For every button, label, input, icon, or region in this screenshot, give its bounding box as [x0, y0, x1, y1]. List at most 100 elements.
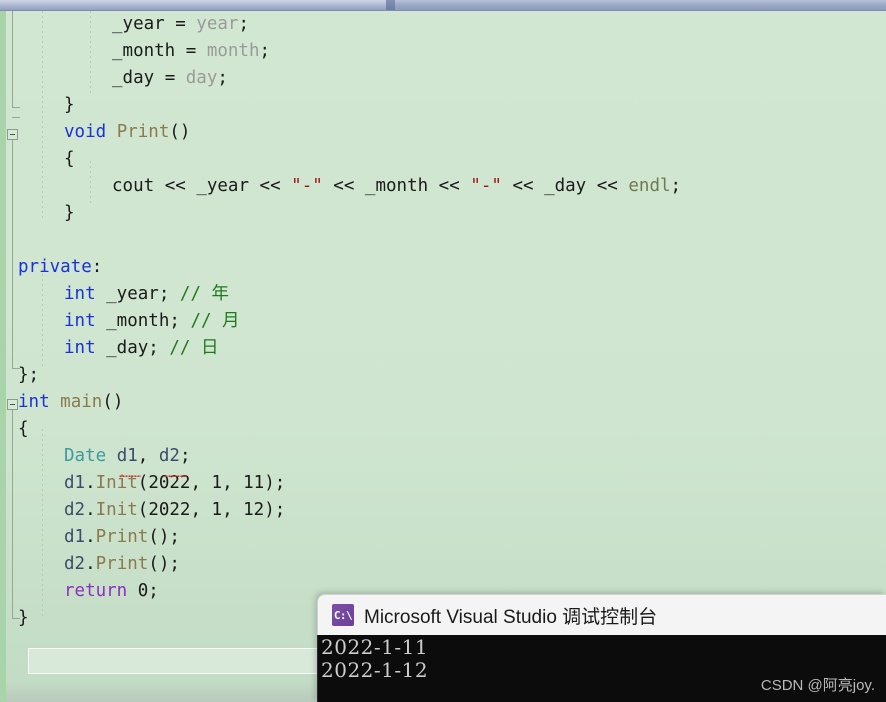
outline-guide-print	[12, 140, 13, 368]
horizontal-scrollbar[interactable]	[0, 0, 886, 11]
code-token-punc: <<	[322, 176, 365, 196]
code-token-punc: :	[91, 257, 103, 277]
code-token-cmt: // 年	[179, 284, 230, 304]
code-token-obj: d1	[116, 446, 138, 466]
code-token-ident: _year	[112, 14, 165, 34]
console-icon-label: C:\	[333, 608, 353, 622]
code-token-punc	[50, 392, 61, 412]
code-token-punc: <<	[154, 176, 197, 196]
code-token-obj: d2	[64, 554, 86, 574]
scrollbar-thumb[interactable]	[0, 0, 388, 10]
code-token-punc: .	[85, 500, 96, 520]
code-line[interactable]: int _year; // 年	[64, 281, 229, 308]
code-token-ident: _year	[196, 176, 249, 196]
code-line[interactable]: }	[18, 605, 29, 632]
code-token-punc: }	[64, 203, 75, 223]
code-line[interactable]: d1.Print();	[64, 524, 180, 551]
code-token-punc: <<	[586, 176, 629, 196]
vs-editor-window: _year = year; _month = month; _day = day;}…	[0, 0, 886, 702]
code-token-kw: int	[18, 392, 50, 412]
code-line[interactable]: _day = day;	[112, 65, 228, 92]
code-token-kw: int	[64, 284, 96, 304]
indent-guide-4	[90, 11, 91, 95]
error-squiggle-d2	[165, 474, 187, 477]
code-line[interactable]: Date d1, d2;	[64, 443, 190, 470]
outline-guide-main	[12, 400, 13, 618]
code-token-fn: Print	[95, 554, 149, 574]
code-token-kw: void	[64, 122, 107, 142]
code-line[interactable]: void Print()	[64, 119, 190, 146]
code-line[interactable]: _month = month;	[112, 38, 270, 65]
console-title-bar[interactable]: C:\ Microsoft Visual Studio 调试控制台	[317, 594, 886, 635]
code-token-punc: (2022, 1, 11);	[137, 473, 286, 493]
code-token-param: day	[185, 68, 218, 88]
code-token-punc: .	[85, 554, 96, 574]
outline-collapse-main[interactable]	[7, 399, 18, 410]
code-token-kw: int	[64, 338, 96, 358]
outline-end-tick-ctor	[12, 107, 20, 108]
code-token-param: month	[206, 41, 260, 61]
code-token-dim: endl	[628, 176, 671, 196]
code-token-punc: ;	[259, 41, 271, 61]
code-token-punc: =	[175, 41, 207, 61]
code-token-punc: ();	[148, 554, 180, 574]
code-token-kwflow: return	[64, 581, 128, 601]
code-token-punc: }	[18, 608, 29, 628]
code-token-punc: {	[64, 149, 75, 169]
code-token-kw: int	[64, 311, 96, 331]
console-output-line: 2022-1-11	[321, 635, 429, 659]
code-token-fn: Print	[116, 122, 170, 142]
code-token-cmt: // 月	[190, 311, 240, 331]
code-token-ident: _day	[544, 176, 587, 196]
code-line[interactable]: {	[64, 146, 75, 173]
code-token-punc: =	[154, 68, 186, 88]
indent-guide-3	[42, 429, 43, 619]
code-token-punc: =	[164, 14, 197, 34]
code-token-punc: <<	[428, 176, 471, 196]
code-line[interactable]: int _day; // 日	[64, 335, 218, 362]
code-line[interactable]: d2.Init(2022, 1, 12);	[64, 497, 285, 524]
code-line[interactable]: _year = year;	[112, 11, 249, 38]
scrollbar-nub[interactable]	[386, 0, 395, 10]
code-token-obj: d2	[158, 446, 180, 466]
code-token-punc	[106, 122, 117, 142]
code-token-punc: .	[85, 473, 96, 493]
code-token-punc	[106, 446, 117, 466]
code-token-ident: _month;	[95, 311, 191, 331]
code-token-punc: <<	[249, 176, 292, 196]
code-line[interactable]: return 0;	[64, 578, 159, 605]
outline-collapse-print[interactable]	[7, 129, 18, 140]
code-token-punc: ;	[238, 14, 249, 34]
outline-start-tick-print	[12, 117, 20, 118]
code-line[interactable]: cout << _year << "-" << _month << "-" <<…	[112, 173, 681, 200]
code-token-obj: d1	[64, 473, 86, 493]
code-token-obj: d2	[64, 500, 86, 520]
code-line[interactable]: }	[64, 92, 75, 119]
code-token-punc: }	[64, 95, 75, 115]
outlining-gutter[interactable]	[6, 11, 20, 702]
code-token-num: 0;	[127, 581, 159, 601]
code-line[interactable]: {	[18, 416, 29, 443]
code-token-str: "-"	[291, 176, 323, 196]
csdn-watermark: CSDN @阿亮joy.	[760, 677, 875, 694]
code-token-str: "-"	[470, 176, 502, 196]
code-token-obj: d1	[64, 527, 86, 547]
code-token-punc: ;	[670, 176, 682, 196]
code-line[interactable]: int main()	[18, 389, 123, 416]
code-token-punc: ,	[137, 446, 159, 466]
code-token-ident: _year;	[95, 284, 180, 304]
code-token-ident: _day;	[95, 338, 170, 358]
console-output-line: 2022-1-12	[321, 658, 429, 682]
code-token-fn: Init	[95, 500, 138, 520]
code-token-punc: (2022, 1, 12);	[137, 500, 286, 520]
code-line[interactable]: int _month; // 月	[64, 308, 240, 335]
code-token-param: year	[196, 14, 239, 34]
code-line[interactable]: private:	[18, 254, 102, 281]
code-line[interactable]: };	[18, 362, 39, 389]
code-token-fn: main	[60, 392, 103, 412]
code-token-punc: };	[18, 365, 40, 385]
console-title-text: Microsoft Visual Studio 调试控制台	[364, 606, 658, 628]
code-token-punc: ;	[179, 446, 191, 466]
code-line[interactable]: }	[64, 200, 75, 227]
code-line[interactable]: d2.Print();	[64, 551, 180, 578]
